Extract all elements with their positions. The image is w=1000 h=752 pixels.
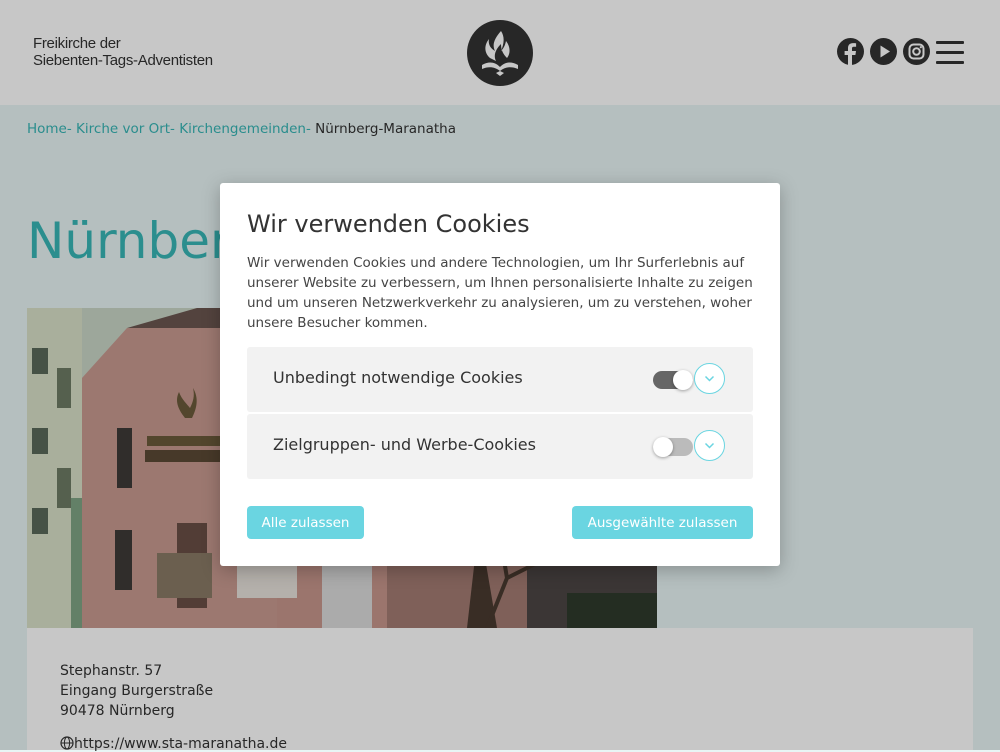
cookie-dialog-title: Wir verwenden Cookies — [247, 210, 530, 238]
chevron-down-icon[interactable] — [694, 363, 725, 394]
marketing-cookies-toggle[interactable] — [653, 437, 693, 457]
toggle-knob — [653, 437, 673, 457]
cookie-consent-dialog: Wir verwenden Cookies Wir verwenden Cook… — [220, 183, 780, 566]
chevron-down-icon[interactable] — [694, 430, 725, 461]
accept-selected-button[interactable]: Ausgewählte zulassen — [572, 506, 753, 539]
cookie-category-label: Unbedingt notwendige Cookies — [273, 368, 523, 387]
necessary-cookies-toggle[interactable] — [653, 370, 693, 390]
cookie-dialog-description: Wir verwenden Cookies und andere Technol… — [247, 255, 753, 331]
cookie-category-necessary: Unbedingt notwendige Cookies — [247, 347, 753, 412]
cookie-category-marketing: Zielgruppen- und Werbe-Cookies — [247, 414, 753, 479]
cookie-category-label: Zielgruppen- und Werbe-Cookies — [273, 435, 536, 454]
toggle-knob — [673, 370, 693, 390]
accept-all-button[interactable]: Alle zulassen — [247, 506, 364, 539]
